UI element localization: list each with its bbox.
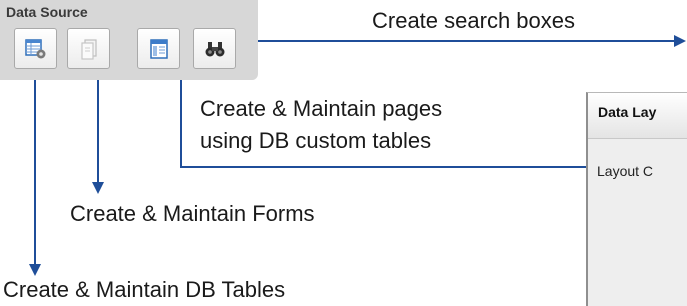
pages-arrow-horizontal [180,166,598,168]
tables-annotation: Create & Maintain DB Tables [3,277,286,302]
tables-arrow-vertical [34,80,36,266]
custom-pages-button[interactable] [137,28,180,69]
toolbar-group-title: Data Source [6,4,88,20]
pages-annotation-line1: Create & Maintain pages [200,96,443,121]
forms-annotation: Create & Maintain Forms [70,201,315,226]
search-boxes-button[interactable] [193,28,236,69]
pages-annotation-line2: using DB custom tables [200,128,432,153]
binoculars-icon [205,41,224,56]
data-source-toolbar: Data Source [0,0,258,80]
search-annotation: Create search boxes [372,8,575,33]
panel-header: Data Lay [588,93,687,139]
forms-arrow-vertical [97,80,99,184]
layout-field-label: Layout C [597,163,654,179]
form-icon [80,38,97,60]
search-arrow-line [258,40,676,42]
pages-arrow-vertical [180,80,182,168]
search-arrowhead-icon [674,35,686,47]
forms-arrowhead-icon [92,182,104,194]
data-layout-panel: Data Lay Layout C [586,92,687,306]
db-tables-button[interactable] [14,28,57,69]
forms-button[interactable] [67,28,110,69]
page-layout-icon [149,38,168,59]
table-settings-icon [24,38,45,58]
